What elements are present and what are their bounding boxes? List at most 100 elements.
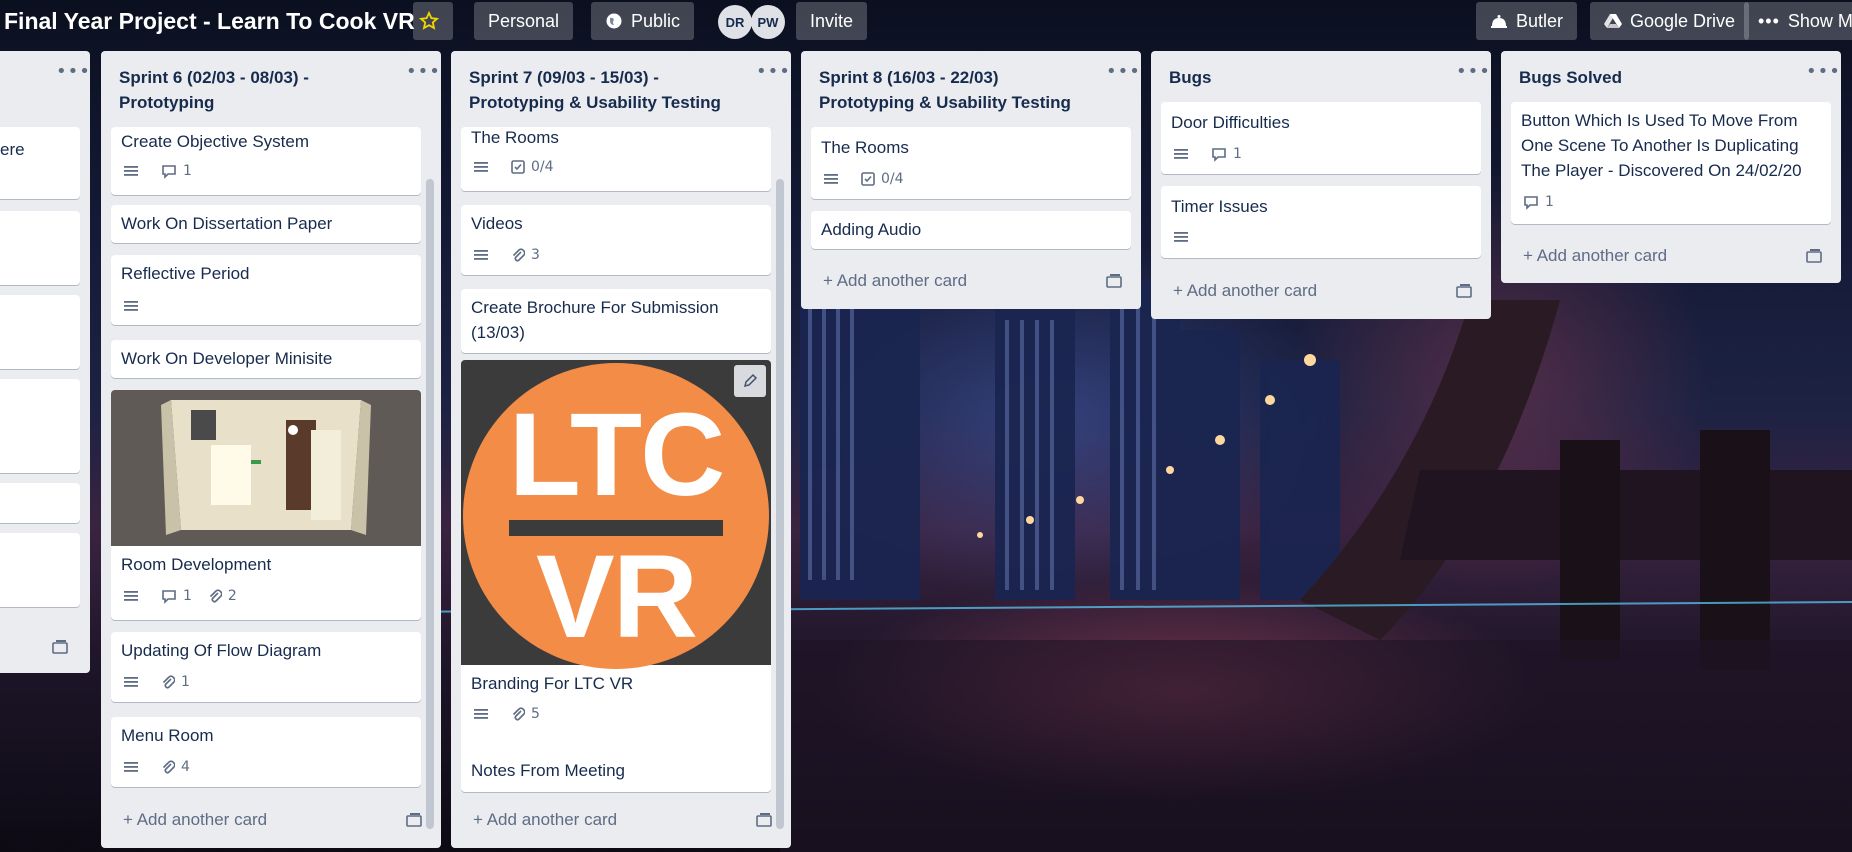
edit-card-button[interactable] [734, 365, 766, 397]
card-title: Timer Issues [1171, 197, 1268, 216]
card[interactable]: Notes From Meeting [461, 752, 771, 792]
card-title: Adding Audio [821, 220, 922, 239]
attachment-count: 3 [531, 247, 540, 263]
logo-text-bottom: VR [536, 531, 698, 663]
personal-label: Personal [488, 10, 560, 31]
list-menu-icon[interactable]: ••• [1106, 61, 1141, 82]
list-title[interactable]: Sprint 6 (02/03 - 08/03) - Prototyping [119, 65, 309, 115]
list-title[interactable]: Bugs [1169, 65, 1212, 90]
card[interactable]: Room Development 1 2 [111, 390, 421, 620]
card[interactable]: Reflective Period [111, 255, 421, 325]
add-card-button[interactable]: + Add another card [123, 810, 267, 830]
list-item[interactable] [0, 483, 80, 523]
card-title-line: (13/03) [471, 323, 525, 342]
comment-badge: 1 [161, 163, 192, 179]
list-title[interactable]: Sprint 8 (16/03 - 22/03) Prototyping & Us… [819, 65, 1071, 115]
card-template-icon[interactable] [756, 812, 772, 828]
list-menu-icon[interactable]: ••• [1456, 61, 1491, 82]
add-card-button[interactable]: + Add another card [1173, 281, 1317, 301]
card[interactable]: The Rooms 0/4 [461, 127, 771, 191]
card-title: Room Development [121, 555, 272, 574]
card-template-icon[interactable] [1106, 273, 1122, 289]
list-item[interactable] [0, 379, 80, 473]
list-bugs: Bugs ••• Door Difficulties 1 Timer Issue… [1151, 51, 1491, 319]
list-menu-icon[interactable]: ••• [406, 61, 441, 82]
visibility-button[interactable]: Public [591, 2, 695, 40]
card[interactable]: Work On Developer Minisite [111, 340, 421, 378]
add-card-label: Add another card [136, 810, 268, 829]
logo-text-top: LTC [508, 389, 726, 521]
list-menu-icon[interactable]: ••• [1806, 61, 1841, 82]
board-title[interactable]: Final Year Project - Learn To Cook VR [4, 8, 415, 35]
description-icon [473, 160, 495, 174]
attachment-count: 5 [531, 706, 540, 722]
butler-button[interactable]: Butler [1476, 2, 1578, 40]
checklist-icon [511, 160, 525, 174]
board-header: Final Year Project - Learn To Cook VR Pe… [0, 0, 1852, 44]
card-template-icon[interactable] [1456, 283, 1472, 299]
invite-button[interactable]: Invite [796, 2, 868, 40]
card[interactable]: LTC VR Branding For LTC VR 5 [461, 360, 771, 787]
add-card-button[interactable]: + Add another card [1523, 246, 1667, 266]
star-button[interactable] [413, 2, 453, 40]
comment-badge: 1 [161, 588, 192, 604]
list-item[interactable]: ere [0, 127, 80, 199]
card[interactable]: Menu Room 4 [111, 717, 421, 787]
show-menu-button[interactable]: ••• Show Me [1744, 2, 1852, 40]
description-icon [473, 248, 495, 262]
card-title: Create Objective System [121, 132, 310, 151]
add-card-button[interactable]: + Add another card [823, 271, 967, 291]
list-scrollbar[interactable] [776, 179, 784, 829]
card[interactable]: Work On Dissertation Paper [111, 205, 421, 243]
comment-icon [1524, 195, 1538, 210]
list-menu-icon[interactable]: ••• [56, 61, 90, 82]
card-template-icon[interactable] [406, 812, 422, 828]
avatar-initials: DR [725, 14, 745, 30]
avatar[interactable]: DR [718, 5, 752, 39]
add-card-label: Add another card [836, 271, 968, 290]
list-menu-icon[interactable]: ••• [756, 61, 791, 82]
card-title: Videos [471, 214, 523, 233]
card-template-icon[interactable] [1806, 248, 1822, 264]
list-title[interactable]: Bugs Solved [1519, 65, 1622, 90]
list-title-line: Prototyping & Usability Testing [819, 93, 1071, 112]
card[interactable]: Door Difficulties 1 [1161, 102, 1481, 174]
butler-label: Butler [1516, 10, 1564, 31]
invite-label: Invite [810, 10, 854, 31]
card[interactable]: Videos 3 [461, 205, 771, 275]
card-title-line: One Scene To Another Is Duplicating [1521, 136, 1799, 155]
paperclip-icon [512, 706, 525, 721]
list-title-line: Prototyping & Usability Testing [469, 93, 721, 112]
card-template-icon[interactable] [52, 639, 68, 655]
comment-count: 1 [1545, 194, 1554, 210]
list-item[interactable] [0, 295, 80, 369]
list-item[interactable] [0, 211, 80, 285]
personal-button[interactable]: Personal [474, 2, 574, 40]
list-bugs-solved: Bugs Solved ••• Button Which Is Used To … [1501, 51, 1841, 283]
card-title: Branding For LTC VR [471, 674, 634, 693]
attachment-count: 4 [181, 759, 190, 775]
paperclip-icon [162, 674, 175, 689]
description-icon [123, 299, 145, 313]
list-item[interactable] [0, 533, 80, 607]
card[interactable]: Create Objective System 1 [111, 127, 421, 195]
avatar[interactable]: PW [751, 5, 785, 39]
card[interactable]: Button Which Is Used To Move From One Sc… [1511, 102, 1831, 224]
card[interactable]: Updating Of Flow Diagram 1 [111, 632, 421, 702]
google-drive-button[interactable]: Google Drive [1590, 2, 1750, 40]
checklist-badge: 0/4 [511, 159, 554, 175]
card[interactable]: The Rooms 0/4 [811, 127, 1131, 199]
attachment-badge: 4 [161, 759, 190, 775]
card-title: Menu Room [121, 726, 214, 745]
list-title[interactable]: Sprint 7 (09/03 - 15/03) - Prototyping & … [469, 65, 721, 115]
list-sprint-6: Sprint 6 (02/03 - 08/03) - Prototyping ••… [101, 51, 441, 848]
card-title: ere [0, 140, 25, 159]
list-scrollbar[interactable] [426, 179, 434, 829]
card-title: Work On Dissertation Paper [121, 214, 333, 233]
card-title-line: Button Which Is Used To Move From [1521, 111, 1798, 130]
paperclip-icon [512, 247, 525, 262]
card[interactable]: Timer Issues [1161, 186, 1481, 258]
add-card-button[interactable]: + Add another card [473, 810, 617, 830]
card[interactable]: Adding Audio [811, 211, 1131, 249]
card[interactable]: Create Brochure For Submission (13/03) [461, 289, 771, 353]
